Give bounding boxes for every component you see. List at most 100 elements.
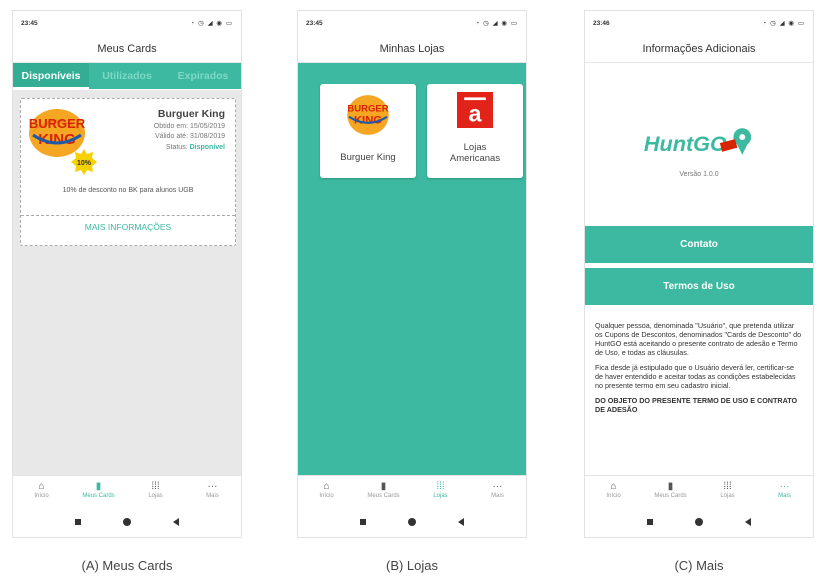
page-title: Meus Cards <box>13 35 241 63</box>
nav-item-meus-cards[interactable]: ▮ Meus Cards <box>70 476 127 507</box>
system-nav-bar <box>585 507 813 537</box>
card-info: Burguer King Obtido em: 15/05/2019 Válid… <box>105 109 225 153</box>
grid-icon: ⁞⁞⁞ <box>151 481 160 492</box>
status-time: 23:45 <box>21 19 38 27</box>
bk-logo-top: BURGER <box>347 104 388 115</box>
bk-logo-top: BURGER <box>29 116 86 131</box>
home-icon: ⌂ <box>610 481 617 492</box>
tab-expirados[interactable]: Expirados <box>165 63 241 89</box>
figure-caption-a: (A) Meus Cards <box>81 558 173 573</box>
discount-badge: 10% <box>71 149 97 175</box>
tab-disponiveis[interactable]: Disponíveis <box>13 63 89 89</box>
more-dots-icon: ··· <box>779 481 790 492</box>
figure-caption-c: (C) Mais <box>674 558 724 573</box>
status-bar: 23:45 ◔ ◷ ◢ ◉ ▭ <box>298 11 526 35</box>
cards-icon: ▮ <box>95 481 102 492</box>
burger-king-logo: BURGER KING <box>347 95 389 135</box>
store-name-line2: Americanas <box>449 153 501 164</box>
cards-icon: ▮ <box>667 481 674 492</box>
home-button-icon[interactable] <box>408 518 416 526</box>
card-obtained-date: Obtido em: 15/05/2019 <box>153 122 225 130</box>
home-button-icon[interactable] <box>695 518 703 526</box>
terms-paragraph: Fica desde já estipulado que o Usuário d… <box>595 363 796 390</box>
home-button-icon[interactable] <box>123 518 131 526</box>
nav-item-lojas[interactable]: ⁞⁞⁞ Lojas <box>699 476 756 507</box>
back-icon[interactable] <box>173 518 179 526</box>
phone-screen-mais: 23:46 ◔ ◷ ◢ ◉ ▭ Informações Adicionais H… <box>584 10 814 538</box>
nav-label: Início <box>606 493 621 499</box>
nav-label: Início <box>34 493 49 499</box>
status-time: 23:46 <box>593 19 610 27</box>
huntgo-logo-text: HuntGO <box>644 131 727 156</box>
status-icons: ◔ ◷ ◢ ◉ ▭ <box>475 20 518 27</box>
cards-list: BURGER KING 10% Burguer King Obtido em: … <box>13 90 241 475</box>
nav-item-lojas[interactable]: ⁞⁞⁞ Lojas <box>412 476 469 507</box>
card-status-value: Disponível <box>189 143 225 151</box>
store-tile-lojas-americanas[interactable]: a Lojas Americanas <box>427 84 523 178</box>
bottom-nav: ⌂ Início ▮ Meus Cards ⁞⁞⁞ Lojas ··· Mais <box>585 475 813 507</box>
cards-icon: ▮ <box>380 481 387 492</box>
nav-label: Lojas <box>720 493 735 499</box>
status-bar: 23:46 ◔ ◷ ◢ ◉ ▭ <box>585 11 813 35</box>
nav-label: Início <box>319 493 334 499</box>
terms-of-use-button[interactable]: Termos de Uso <box>585 268 813 305</box>
card-status: Status: Disponível <box>105 143 225 154</box>
stores-grid: BURGER KING Burguer King a Lojas America… <box>298 63 526 475</box>
home-icon: ⌂ <box>323 481 330 492</box>
home-icon: ⌂ <box>38 481 45 492</box>
tab-utilizados[interactable]: Utilizados <box>89 63 165 89</box>
app-logo-area: HuntGO <box>585 63 813 226</box>
nav-label: Lojas <box>433 493 448 499</box>
store-tile-burger-king[interactable]: BURGER KING Burguer King <box>320 84 416 178</box>
terms-paragraph: Qualquer pessoa, denominada "Usuário", q… <box>595 321 802 357</box>
bottom-nav: ⌂ Início ▮ Meus Cards ⁞⁞⁞ Lojas ··· Mais <box>13 475 241 507</box>
info-content[interactable]: HuntGO Versão 1.0.0 Contato Termos de Us… <box>585 63 813 475</box>
status-icons: ◔ ◷ ◢ ◉ ▭ <box>762 20 805 27</box>
huntgo-logo: HuntGO <box>644 128 752 156</box>
card-description: 10% de desconto no BK para alunos UGB <box>62 187 194 194</box>
card-store-name: Burguer King <box>157 108 225 120</box>
discount-card[interactable]: BURGER KING 10% Burguer King Obtido em: … <box>20 98 236 246</box>
nav-item-inicio[interactable]: ⌂ Início <box>585 476 642 507</box>
nav-label: Meus Cards <box>367 493 400 499</box>
app-version: Versão 1.0.0 <box>679 171 719 178</box>
nav-item-mais[interactable]: ··· Mais <box>756 476 813 507</box>
nav-label: Meus Cards <box>82 493 115 499</box>
store-name: Burguer King <box>340 152 396 163</box>
system-nav-bar <box>13 507 241 537</box>
nav-label: Mais <box>778 493 791 499</box>
terms-text: Qualquer pessoa, denominada "Usuário", q… <box>595 321 803 420</box>
nav-label: Lojas <box>148 493 163 499</box>
phone-screen-meus-cards: 23:45 ◔ ◷ ◢ ◉ ▭ Meus Cards Disponíveis U… <box>12 10 242 538</box>
badge-text: 10% <box>77 160 92 167</box>
nav-item-lojas[interactable]: ⁞⁞⁞ Lojas <box>127 476 184 507</box>
bottom-nav: ⌂ Início ▮ Meus Cards ⁞⁞⁞ Lojas ··· Mais <box>298 475 526 507</box>
more-info-button[interactable]: MAIS INFORMAÇÕES <box>21 222 235 232</box>
nav-item-inicio[interactable]: ⌂ Início <box>13 476 70 507</box>
store-name: Lojas Americanas <box>427 142 523 164</box>
nav-item-meus-cards[interactable]: ▮ Meus Cards <box>355 476 412 507</box>
nav-label: Mais <box>206 493 219 499</box>
more-dots-icon: ··· <box>207 481 218 492</box>
store-name-line1: Lojas <box>463 142 487 153</box>
nav-label: Meus Cards <box>654 493 687 499</box>
americanas-logo: a <box>457 92 493 128</box>
grid-icon: ⁞⁞⁞ <box>436 481 445 492</box>
back-icon[interactable] <box>458 518 464 526</box>
nav-item-mais[interactable]: ··· Mais <box>469 476 526 507</box>
nav-item-mais[interactable]: ··· Mais <box>184 476 241 507</box>
figure-caption-b: (B) Lojas <box>385 558 439 573</box>
recent-apps-icon[interactable] <box>647 519 653 525</box>
americanas-logo-letter: a <box>468 101 482 127</box>
more-dots-icon: ··· <box>492 481 503 492</box>
phone-screen-lojas: 23:45 ◔ ◷ ◢ ◉ ▭ Minhas Lojas BURGER KING… <box>297 10 527 538</box>
back-icon[interactable] <box>745 518 751 526</box>
recent-apps-icon[interactable] <box>360 519 366 525</box>
nav-label: Mais <box>491 493 504 499</box>
nav-item-meus-cards[interactable]: ▮ Meus Cards <box>642 476 699 507</box>
contact-button[interactable]: Contato <box>585 226 813 263</box>
page-title: Minhas Lojas <box>298 35 526 63</box>
recent-apps-icon[interactable] <box>75 519 81 525</box>
status-time: 23:45 <box>306 19 323 27</box>
nav-item-inicio[interactable]: ⌂ Início <box>298 476 355 507</box>
